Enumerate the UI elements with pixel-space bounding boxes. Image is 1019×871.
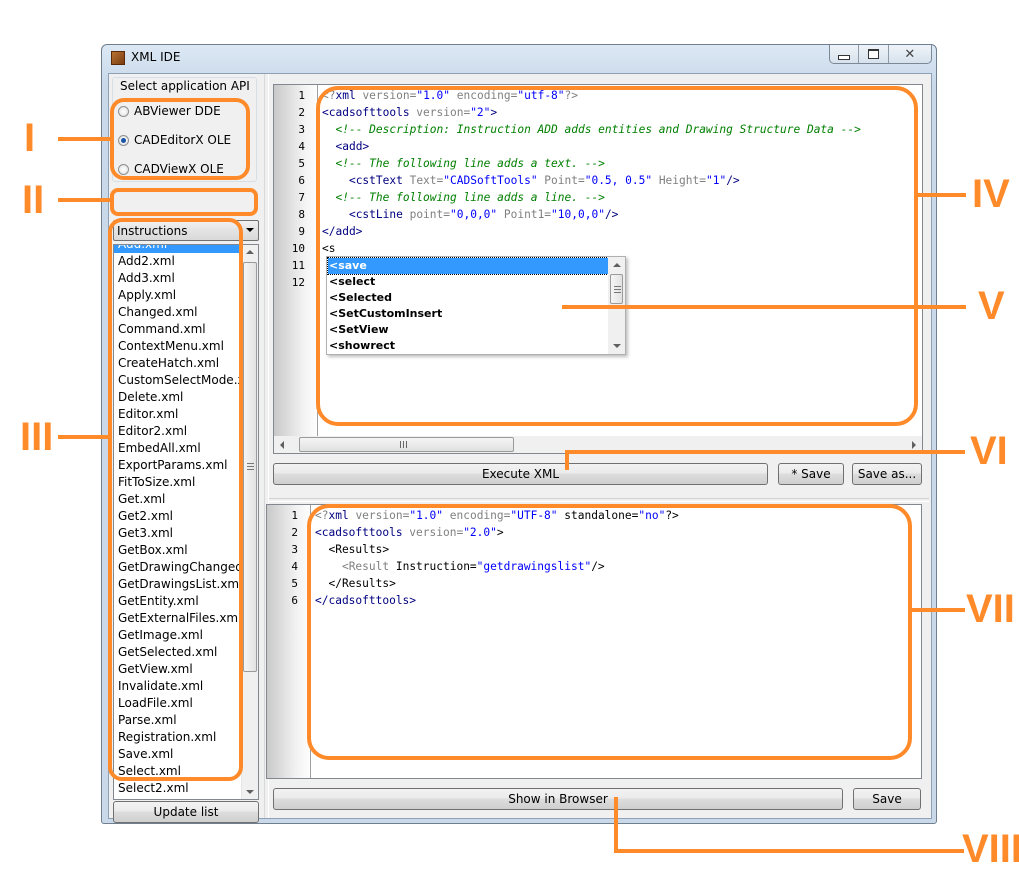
- file-list-item[interactable]: SetCustomInsert.xml: [114, 797, 242, 799]
- annotation-leader-viii-h: [614, 849, 964, 853]
- annotation-box-iv: [316, 86, 918, 426]
- grip-line: [247, 463, 254, 464]
- annotation-box-i: [110, 98, 250, 180]
- save-as-button[interactable]: Save as...: [852, 463, 922, 485]
- annotation-label-ii: II: [22, 178, 45, 222]
- scroll-down-icon[interactable]: [246, 790, 254, 794]
- horizontal-splitter[interactable]: [269, 498, 929, 502]
- chevron-down-icon: [246, 228, 254, 232]
- title-bar[interactable]: XML IDE ✕: [102, 45, 936, 71]
- api-group-legend: Select application API: [117, 79, 253, 93]
- annotation-label-viii: VIII: [962, 827, 1019, 871]
- annotation-leader-i: [58, 137, 113, 141]
- minimize-button[interactable]: [830, 45, 860, 63]
- scroll-up-icon[interactable]: [246, 250, 254, 254]
- app-icon: [111, 51, 125, 65]
- save-button[interactable]: * Save: [778, 463, 844, 485]
- grip-line: [247, 466, 254, 467]
- scroll-right-icon[interactable]: [912, 441, 916, 449]
- grip-line: [400, 441, 401, 448]
- annotation-leader-viii-v: [614, 797, 618, 851]
- close-icon: ✕: [904, 46, 916, 62]
- annotation-leader-iv: [914, 193, 966, 197]
- minimize-icon: [838, 54, 851, 60]
- annotation-box-vii: [307, 504, 912, 760]
- update-list-button[interactable]: Update list: [113, 801, 259, 823]
- annotation-leader-v: [562, 305, 966, 309]
- window-title: XML IDE: [131, 50, 181, 64]
- file-list-scrollbar[interactable]: [241, 245, 258, 799]
- annotation-label-v: V: [978, 284, 1005, 328]
- execute-xml-button[interactable]: Execute XML: [273, 463, 768, 485]
- caption-buttons: ✕: [829, 45, 932, 64]
- annotation-box-ii: [110, 188, 258, 216]
- annotation-label-i: I: [24, 116, 36, 160]
- file-list-item[interactable]: Select2.xml: [114, 780, 242, 797]
- annotation-leader-vii: [910, 608, 965, 612]
- annotation-label-iii: III: [20, 415, 54, 459]
- grip-line: [406, 441, 407, 448]
- maximize-icon: [867, 49, 879, 59]
- scroll-left-icon[interactable]: [280, 441, 284, 449]
- grip-line: [247, 469, 254, 470]
- annotation-label-iv: IV: [972, 172, 1010, 216]
- maximize-button[interactable]: [859, 45, 889, 63]
- annotation-box-iii: [108, 218, 243, 781]
- annotation-label-vi: VI: [970, 429, 1008, 473]
- annotation-leader-iii: [58, 435, 110, 439]
- output-save-button[interactable]: Save: [853, 788, 921, 810]
- grip-line: [403, 441, 404, 448]
- annotation-label-vii: VII: [966, 587, 1015, 631]
- annotation-leader-ii: [58, 198, 113, 202]
- close-button[interactable]: ✕: [889, 45, 931, 63]
- scrollbar-thumb[interactable]: [243, 262, 257, 672]
- annotation-leader-vi-h: [565, 450, 965, 454]
- scrollbar-thumb[interactable]: [299, 437, 514, 452]
- show-in-browser-button[interactable]: Show in Browser: [273, 788, 843, 810]
